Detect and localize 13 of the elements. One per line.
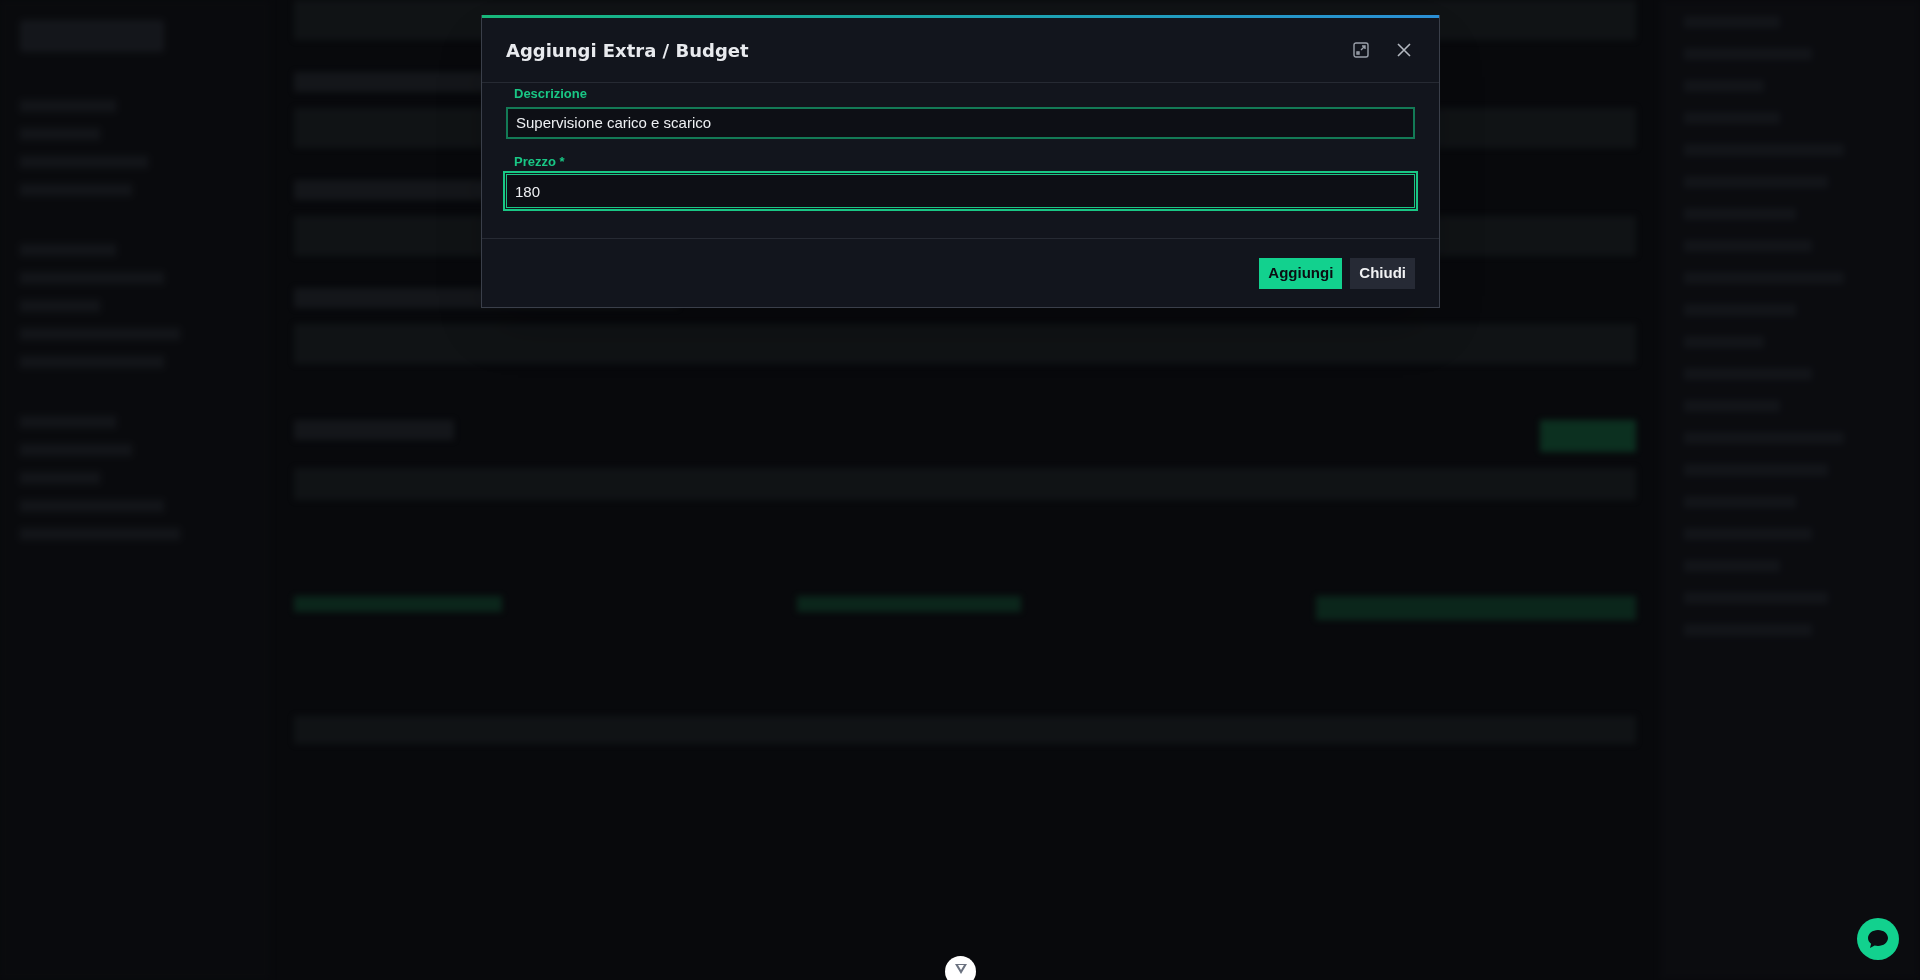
chevron-down-icon xyxy=(954,964,967,974)
speech-bubble-icon xyxy=(1867,929,1889,949)
expand-icon[interactable] xyxy=(1353,42,1369,58)
chat-button[interactable] xyxy=(1857,918,1899,960)
close-button[interactable]: Chiudi xyxy=(1350,257,1415,289)
field-label: Prezzo * xyxy=(513,152,566,171)
input-field[interactable]: Supervisione carico e scarico xyxy=(506,106,1415,139)
dialog-title: Aggiungi Extra / Budget xyxy=(506,38,749,63)
close-icon[interactable] xyxy=(1397,43,1411,57)
add-button[interactable]: Aggiungi xyxy=(1259,257,1343,289)
bottom-toggle-tab[interactable] xyxy=(945,956,976,980)
input-field[interactable]: 180 xyxy=(506,174,1415,208)
field-label: Descrizione xyxy=(513,85,588,103)
